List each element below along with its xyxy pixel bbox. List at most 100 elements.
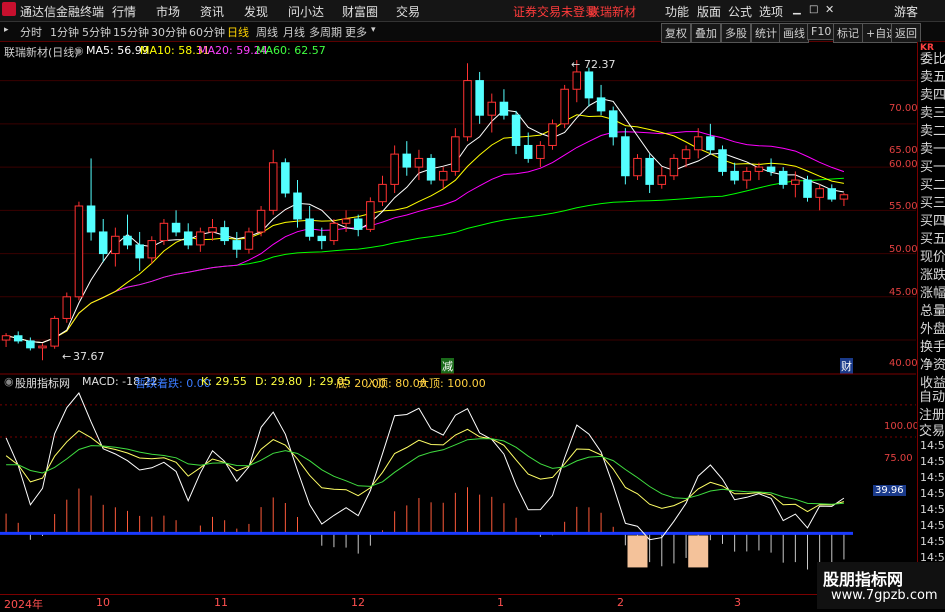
side-label-change: 涨跌: [920, 268, 945, 283]
more-dropdown-icon[interactable]: ▾: [371, 25, 376, 35]
menu-assistant[interactable]: 问小达: [288, 3, 324, 20]
ma5-line: [5, 98, 844, 344]
date-label-2: 2: [617, 596, 624, 609]
side-label-sell4: 卖四: [920, 88, 945, 103]
candle-body: [548, 123, 557, 146]
menu-function[interactable]: 功能: [665, 3, 689, 20]
menu-news[interactable]: 资讯: [200, 3, 224, 20]
draw-button[interactable]: 画线: [779, 23, 809, 43]
candle-body: [499, 101, 509, 116]
side-label-sell1: 卖一: [920, 142, 945, 157]
period-multi[interactable]: 多周期: [309, 24, 342, 40]
side-label-weibi: 委比: [920, 52, 945, 67]
trade-button[interactable]: 交易: [919, 420, 945, 439]
price-tick-50: 50.00: [889, 244, 918, 255]
candle-body: [135, 244, 144, 259]
candle-body: [390, 153, 399, 185]
j-line: [5, 392, 845, 541]
period-more[interactable]: 更多: [345, 24, 367, 40]
indicator-name[interactable]: 股朋指标网: [15, 375, 70, 391]
menu-formula[interactable]: 公式: [728, 3, 752, 20]
period-daily[interactable]: 日线: [227, 24, 249, 40]
candle-body: [50, 317, 59, 347]
candle-body: [378, 183, 387, 203]
candle-body: [13, 335, 23, 342]
price-chart[interactable]: [0, 42, 916, 372]
menu-trade[interactable]: 交易: [396, 3, 420, 20]
menu-bar: 通达信金融终端 行情 市场 资讯 发现 问小达 财富圈 交易 证券交易未登录 联…: [0, 0, 945, 22]
menu-layout[interactable]: 版面: [697, 3, 721, 20]
candle-body: [183, 231, 193, 246]
restore-icon[interactable]: □: [809, 4, 818, 15]
indicator-toggle-icon[interactable]: ◉: [4, 375, 14, 388]
multi-stock-button[interactable]: 多股: [721, 23, 751, 43]
candle-body: [317, 235, 327, 242]
period-1min[interactable]: 1分钟: [50, 24, 79, 40]
side-label-buy1: 买一: [920, 160, 945, 175]
candle-body: [74, 205, 84, 298]
candle-body: [791, 179, 800, 185]
menu-discover[interactable]: 发现: [244, 3, 268, 20]
indicator-chart[interactable]: [0, 372, 916, 594]
price-tick-40: 40.00: [889, 358, 918, 369]
side-time-7: 14:56: [920, 535, 945, 548]
candle-body: [293, 192, 302, 220]
period-monthly[interactable]: 月线: [283, 24, 305, 40]
signal-blocks: [627, 535, 709, 568]
candle-body: [62, 296, 72, 319]
signal-block: [688, 535, 709, 568]
close-icon[interactable]: ✕: [825, 3, 834, 16]
chart-title: 联瑞新材(日线): [4, 46, 79, 59]
legend-toggle-icon[interactable]: ◉: [74, 44, 84, 57]
period-60min[interactable]: 60分钟: [189, 24, 225, 40]
guest-label[interactable]: 游客: [894, 3, 918, 20]
candle-body: [1, 335, 11, 341]
high-price-label: 72.37: [584, 58, 616, 71]
candle-body: [633, 157, 642, 177]
login-warning[interactable]: 证券交易未登录: [513, 3, 597, 20]
kdj-lines: [5, 392, 845, 541]
macd-histogram: [0, 487, 853, 570]
menu-options[interactable]: 选项: [759, 3, 783, 20]
adjust-button[interactable]: 复权: [661, 23, 691, 43]
candle-body: [26, 340, 35, 349]
candle-body: [426, 157, 436, 181]
watermark-title: 股朋指标网: [823, 570, 904, 589]
candle-body: [718, 149, 727, 172]
side-label-buy5: 买五: [920, 232, 945, 247]
period-5min[interactable]: 5分钟: [82, 24, 111, 40]
period-weekly[interactable]: 周线: [256, 24, 278, 40]
period-intraday[interactable]: 分时: [20, 24, 42, 40]
app-title: 通达信金融终端: [20, 5, 105, 19]
overlay-button[interactable]: 叠加: [691, 23, 721, 43]
candle-body: [86, 205, 96, 233]
ma60-line-path: [5, 177, 844, 344]
candle-body: [778, 170, 788, 185]
minimize-icon[interactable]: ▁: [793, 4, 801, 15]
side-time-5: 14:56: [920, 503, 945, 516]
current-value-badge: 39.96: [873, 485, 906, 496]
candle-body: [523, 144, 533, 159]
candle-body: [220, 227, 229, 242]
date-label-2024: 2024年: [4, 598, 43, 611]
stats-button[interactable]: 统计: [751, 23, 781, 43]
indicator-grid: [0, 404, 916, 438]
menu-quotes[interactable]: 行情: [112, 3, 136, 20]
app-logo-icon: [2, 2, 16, 16]
period-15min[interactable]: 15分钟: [113, 24, 149, 40]
candle-body: [159, 222, 169, 242]
candle-body: [353, 218, 363, 230]
signal-block: [627, 535, 648, 568]
f10-button[interactable]: F10: [807, 23, 836, 40]
candle-body: [305, 218, 314, 237]
period-30min[interactable]: 30分钟: [151, 24, 187, 40]
menu-wealth[interactable]: 财富圈: [342, 3, 378, 20]
collapse-icon[interactable]: ▸: [4, 25, 9, 35]
back-button[interactable]: 返回: [891, 23, 921, 43]
side-label-buy4: 买四: [920, 214, 945, 229]
auto-button[interactable]: 自动: [919, 386, 945, 405]
menu-market[interactable]: 市场: [156, 3, 180, 20]
candle-body: [196, 231, 205, 246]
mark-button[interactable]: 标记: [833, 23, 863, 43]
candle-body: [754, 166, 764, 172]
